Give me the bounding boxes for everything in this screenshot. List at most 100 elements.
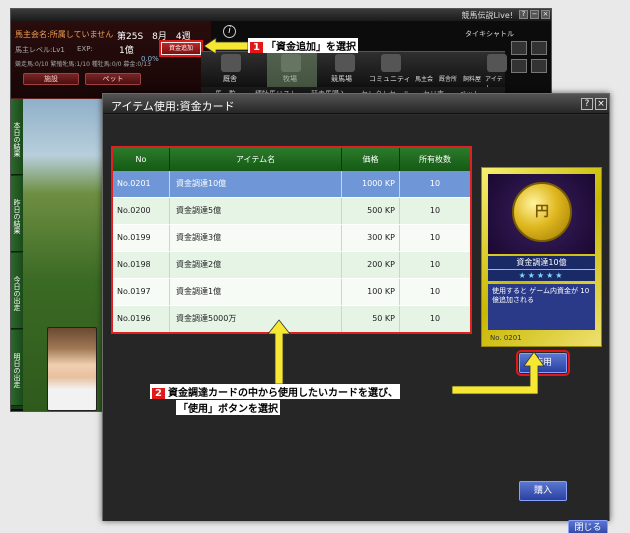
row-count: 10 (429, 206, 441, 215)
row-name: 資金調達10億 (170, 171, 342, 197)
card-number: No. 0201 (490, 334, 522, 342)
tab-today-results[interactable]: 本日の結果 (11, 99, 23, 175)
nav-item-community[interactable]: コミュニティ (369, 74, 411, 84)
stable-icon (221, 54, 241, 72)
step2-number: 2 (152, 388, 165, 399)
table-row[interactable]: No.0198 資金調達2億 200 KP 10 (113, 252, 470, 278)
tab-today-entries[interactable]: 今日の出走 (11, 253, 23, 329)
card-name: 資金調達10億 (488, 256, 595, 269)
close-icon[interactable]: × (541, 10, 550, 19)
item-card-preview: 円 資金調達10億 ★★★★★ 使用すると ゲーム内資金が 10億追加される N… (481, 167, 602, 347)
table-row[interactable]: No.0200 資金調達5億 500 KP 10 (113, 198, 470, 224)
tab-yesterday-results[interactable]: 昨日の結果 (11, 176, 23, 252)
nav-item-stable[interactable]: 厩舎 (223, 74, 237, 84)
minimize-icon[interactable]: − (530, 10, 539, 19)
step1-callout: 1 「資金追加」を選択 (248, 38, 358, 53)
row-no: No.0198 (113, 252, 170, 278)
row-price: 300 KP (342, 225, 400, 251)
table-row[interactable]: No.0199 資金調達3億 300 KP 10 (113, 225, 470, 251)
dialog-body: No アイテム名 価格 所有枚数 No.0201 資金調達10億 1000 KP… (103, 115, 609, 533)
row-name: 資金調達5億 (170, 198, 342, 224)
help-icon[interactable]: ? (519, 10, 528, 19)
row-price: 500 KP (342, 198, 400, 224)
nav-item-owner-club[interactable]: 馬主会 (415, 74, 433, 83)
nav-item-trainer[interactable]: 厩舎所 (439, 74, 457, 83)
table-row-selected[interactable]: No.0201 資金調達10億 1000 KP 10 (113, 171, 470, 197)
column-header-price: 価格 (342, 148, 400, 171)
nav-item-racecourse[interactable]: 競馬場 (331, 74, 352, 84)
row-no: No.0199 (113, 225, 170, 251)
step2-line2: 「使用」ボタンを選択 (178, 404, 278, 415)
step2-line1: 資金調達カードの中から使用したいカードを選び、 (168, 388, 398, 399)
gold-coin-icon: 円 (512, 182, 572, 242)
row-count: 10 (429, 287, 441, 296)
tab-tomorrow-entries[interactable]: 明日の出走 (11, 330, 23, 406)
left-tabs: 本日の結果 昨日の結果 今日の出走 明日の出走 (11, 99, 23, 409)
card-description: 使用すると ゲーム内資金が 10億追加される (488, 284, 595, 330)
column-header-no: No (113, 148, 170, 171)
row-name: 資金調達5000万 (170, 306, 342, 332)
dialog-title: アイテム使用:資金カード (111, 100, 235, 113)
step1-text: 「資金追加」を選択 (266, 42, 356, 53)
arrow-right-up-icon (451, 351, 545, 395)
table-row[interactable]: No.0197 資金調達1億 100 KP 10 (113, 279, 470, 305)
row-count: 10 (429, 314, 441, 323)
card-stars: ★★★★★ (488, 270, 595, 281)
step2-callout-line2: 「使用」ボタンを選択 (176, 400, 280, 415)
item-use-dialog: アイテム使用:資金カード ? × No アイテム名 価格 所有枚数 No.020… (102, 93, 610, 533)
row-count: 10 (429, 233, 441, 242)
owner-level: 馬主レベル:Lv1 (15, 46, 65, 54)
row-name: 資金調達1億 (170, 279, 342, 305)
menu-icon[interactable] (531, 41, 547, 55)
buy-button[interactable]: 購入 (519, 481, 567, 501)
row-no: No.0201 (113, 171, 170, 197)
close-button[interactable]: 閉じる (568, 520, 608, 533)
row-price: 200 KP (342, 252, 400, 278)
app-title: 競馬伝説Live! (461, 11, 513, 20)
nav-highlight (267, 51, 317, 87)
column-header-count: 所有枚数 (400, 148, 470, 171)
info-icon[interactable]: i (223, 25, 236, 38)
exp-label: EXP: (77, 45, 93, 53)
owner-name: 馬主会名:所属していません (15, 30, 114, 39)
pet-button[interactable]: ペット (85, 73, 141, 85)
calendar-icon[interactable] (511, 59, 527, 73)
add-money-button[interactable]: 資金追加 (159, 40, 203, 57)
community-icon (381, 54, 401, 72)
avatar (47, 327, 97, 411)
step1-number: 1 (250, 42, 263, 53)
settings-icon[interactable] (531, 59, 547, 73)
row-no: No.0197 (113, 279, 170, 305)
column-header-item-name: アイテム名 (170, 148, 342, 171)
row-count: 10 (429, 260, 441, 269)
title-bar: 競馬伝説Live! ? − × (11, 9, 551, 21)
row-no: No.0196 (113, 306, 170, 332)
money-label: 1億 (119, 46, 134, 56)
row-price: 50 KP (342, 306, 400, 332)
table-row[interactable]: No.0196 資金調達5000万 50 KP 10 (113, 306, 470, 332)
facility-button[interactable]: 施設 (23, 73, 79, 85)
row-count: 10 (429, 179, 441, 188)
card-art: 円 (488, 174, 595, 254)
arrow-left-icon (203, 37, 249, 55)
exp-percent: 0.0% (141, 55, 159, 63)
mail-icon[interactable] (511, 41, 527, 55)
nav-item-feed[interactable]: 飼料屋 (463, 74, 481, 83)
help-button[interactable]: ? (581, 98, 593, 110)
row-price: 1000 KP (342, 171, 400, 197)
row-name: 資金調達2億 (170, 252, 342, 278)
owner-id: タイキシャトル (465, 30, 514, 38)
row-no: No.0200 (113, 198, 170, 224)
item-table: No アイテム名 価格 所有枚数 No.0201 資金調達10億 1000 KP… (111, 146, 472, 334)
dialog-titlebar: アイテム使用:資金カード ? × (103, 94, 609, 114)
arrow-up-icon (267, 319, 291, 385)
horse-counts: 競走馬:0/10 繁殖牝馬:1/10 種牡馬:0/0 募金:0/13 (15, 61, 151, 68)
item-icon (487, 54, 507, 72)
step2-callout: 2 資金調達カードの中から使用したいカードを選び、 (150, 384, 400, 399)
racecourse-icon (335, 54, 355, 72)
main-nav: 厩舎 牧場 競馬場 コミュニティ 馬主会 厩舎所 飼料屋 アイテム (201, 51, 507, 92)
row-price: 100 KP (342, 279, 400, 305)
week-label: 第25S 8月 4週 (117, 32, 191, 42)
row-name: 資金調達3億 (170, 225, 342, 251)
dialog-close-icon[interactable]: × (595, 98, 607, 110)
